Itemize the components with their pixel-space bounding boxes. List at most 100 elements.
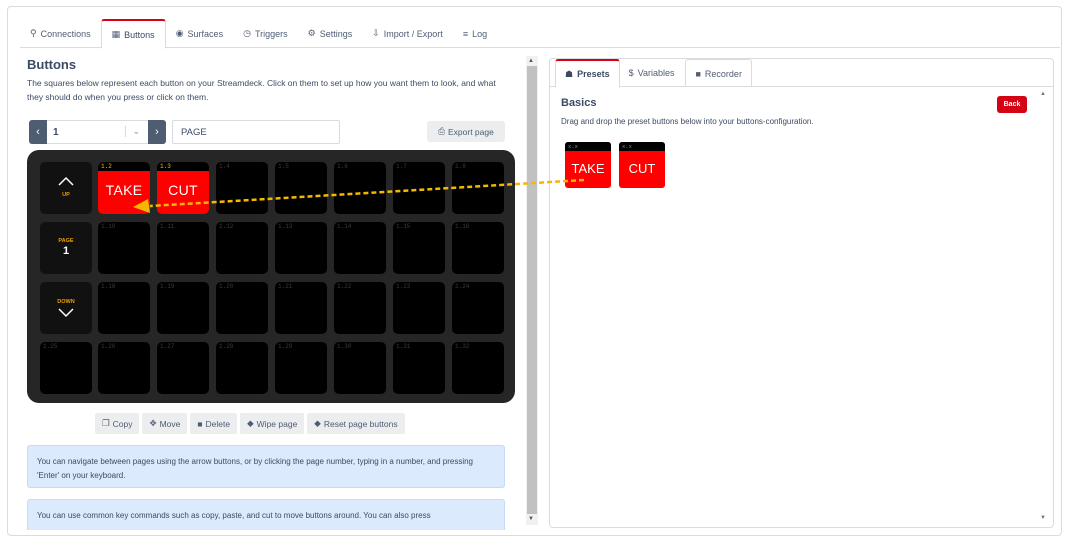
basics-description: Drag and drop the preset buttons below i… — [561, 117, 814, 126]
button-key[interactable]: 1.13 — [275, 222, 327, 274]
button-key[interactable]: 1.7 — [393, 162, 445, 214]
page-number-select[interactable]: 1 ⌄ — [47, 120, 148, 144]
grid-icon: ▦ — [111, 29, 121, 39]
preset-id: x.x — [568, 143, 578, 150]
action-label: Copy — [112, 418, 133, 429]
scroll-down-icon[interactable]: ▼ — [1040, 515, 1046, 521]
button-key[interactable]: 1.21 — [275, 282, 327, 334]
scroll-down-icon[interactable]: ▼ — [528, 516, 534, 522]
tab-log[interactable]: ≡ Log — [453, 19, 497, 48]
tab-connections[interactable]: ⚲ Connections — [20, 19, 101, 48]
tab-buttons[interactable]: ▦ Buttons — [100, 19, 166, 49]
action-label: Delete — [205, 418, 231, 429]
preset-button[interactable]: x.x CUT — [619, 142, 665, 188]
key-id: 1.8 — [455, 163, 466, 170]
button-key[interactable]: 1.4 — [216, 162, 268, 214]
tab-settings[interactable]: ⚙ Settings — [298, 19, 363, 48]
tab-label: Presets — [577, 69, 610, 79]
gift-icon: ☗ — [565, 68, 574, 79]
trash-icon: ■ — [197, 418, 203, 429]
key-id: 1.10 — [101, 223, 116, 230]
tab-variables[interactable]: $ Variables — [620, 59, 684, 87]
down-key[interactable]: DOWN — [40, 282, 92, 334]
key-id: 1.5 — [278, 163, 289, 170]
plug-icon: ⚲ — [30, 28, 37, 38]
key-id: 1.31 — [396, 343, 411, 350]
key-id: 1.30 — [337, 343, 352, 350]
key-id: 1.21 — [278, 283, 293, 290]
button-key[interactable]: 1.23 — [393, 282, 445, 334]
button-key[interactable]: 1.24 — [452, 282, 504, 334]
button-key[interactable]: 1.27 — [157, 342, 209, 394]
chevron-right-icon: › — [155, 126, 159, 138]
reset-page-buttons-button[interactable]: ◆ Reset page buttons — [307, 413, 405, 434]
prev-page-button[interactable]: ‹ — [29, 120, 47, 144]
button-key[interactable]: 1.26 — [98, 342, 150, 394]
key-id: 1.26 — [101, 343, 116, 350]
copy-button[interactable]: ❐ Copy — [95, 413, 140, 434]
button-key[interactable]: 1.19 — [157, 282, 209, 334]
back-button[interactable]: Back — [997, 96, 1027, 113]
wipe-page-button[interactable]: ◆ Wipe page — [240, 413, 305, 434]
tab-triggers[interactable]: ◷ Triggers — [233, 19, 298, 48]
tab-label: Log — [472, 28, 488, 39]
page-name-input[interactable]: PAGE — [172, 120, 340, 144]
chevron-up-icon — [58, 176, 74, 186]
key-id: 1.15 — [396, 223, 411, 230]
gamepad-icon: ◉ — [175, 28, 184, 38]
presets-panel: ☗ Presets $ Variables ■ Recorder Basics Drag … — [549, 58, 1054, 528]
tab-recorder[interactable]: ■ Recorder — [685, 59, 752, 87]
dollar-icon: $ — [628, 68, 634, 78]
key-id: 1.29 — [278, 343, 293, 350]
button-key[interactable]: 1.3 CUT — [157, 162, 209, 214]
tab-presets[interactable]: ☗ Presets — [555, 59, 620, 88]
up-key[interactable]: UP — [40, 162, 92, 214]
button-key[interactable]: 1.6 — [334, 162, 386, 214]
button-key[interactable]: 1.18 — [98, 282, 150, 334]
page-navigator: ‹ 1 ⌄ › — [29, 120, 166, 144]
button-key[interactable]: 1.22 — [334, 282, 386, 334]
export-page-label: Export page — [447, 126, 494, 137]
button-key[interactable]: 1.2 TAKE — [98, 162, 150, 214]
button-key[interactable]: 1.5 — [275, 162, 327, 214]
tab-import-export[interactable]: ⇩ Import / Export — [362, 19, 453, 48]
left-scrollbar[interactable]: ▲ ▼ — [526, 56, 538, 525]
button-key[interactable]: 1.25 — [40, 342, 92, 394]
key-id: 1.19 — [160, 283, 175, 290]
button-key[interactable]: 1.14 — [334, 222, 386, 274]
key-id: 1.22 — [337, 283, 352, 290]
page-key[interactable]: PAGE 1 — [40, 222, 92, 274]
button-key[interactable]: 1.8 — [452, 162, 504, 214]
key-id: 1.6 — [337, 163, 348, 170]
button-key[interactable]: 1.10 — [98, 222, 150, 274]
export-page-button[interactable]: ⎙ Export page — [427, 121, 505, 142]
button-key[interactable]: 1.30 — [334, 342, 386, 394]
move-icon: ✥ — [149, 418, 157, 428]
top-tab-bar: ⚲ Connections ▦ Buttons ◉ Surfaces ◷ Triggers ⚙ S… — [20, 19, 1060, 49]
key-id: 1.18 — [101, 283, 116, 290]
buttons-title: Buttons — [27, 57, 77, 72]
next-page-button[interactable]: › — [148, 120, 166, 144]
button-key[interactable]: 1.31 — [393, 342, 445, 394]
button-key[interactable]: 1.15 — [393, 222, 445, 274]
button-key[interactable]: 1.12 — [216, 222, 268, 274]
scroll-up-icon[interactable]: ▲ — [528, 58, 534, 64]
tab-label: Recorder — [704, 68, 742, 79]
action-label: Move — [159, 418, 181, 429]
scroll-up-icon[interactable]: ▲ — [1040, 91, 1046, 97]
tab-label: Triggers — [254, 28, 288, 39]
info-shortcuts: You can use common key commands such as … — [27, 499, 505, 530]
right-scrollbar[interactable]: ▲ ▼ — [1037, 87, 1049, 527]
preset-button[interactable]: x.x TAKE — [565, 142, 611, 188]
button-key[interactable]: 1.29 — [275, 342, 327, 394]
move-button[interactable]: ✥ Move — [142, 413, 188, 434]
button-key[interactable]: 1.32 — [452, 342, 504, 394]
delete-button[interactable]: ■ Delete — [190, 413, 238, 434]
scrollbar-thumb[interactable] — [527, 66, 537, 514]
button-key[interactable]: 1.28 — [216, 342, 268, 394]
button-key[interactable]: 1.11 — [157, 222, 209, 274]
button-key[interactable]: 1.16 — [452, 222, 504, 274]
key-id: 1.14 — [337, 223, 352, 230]
tab-surfaces[interactable]: ◉ Surfaces — [166, 19, 233, 48]
button-key[interactable]: 1.20 — [216, 282, 268, 334]
